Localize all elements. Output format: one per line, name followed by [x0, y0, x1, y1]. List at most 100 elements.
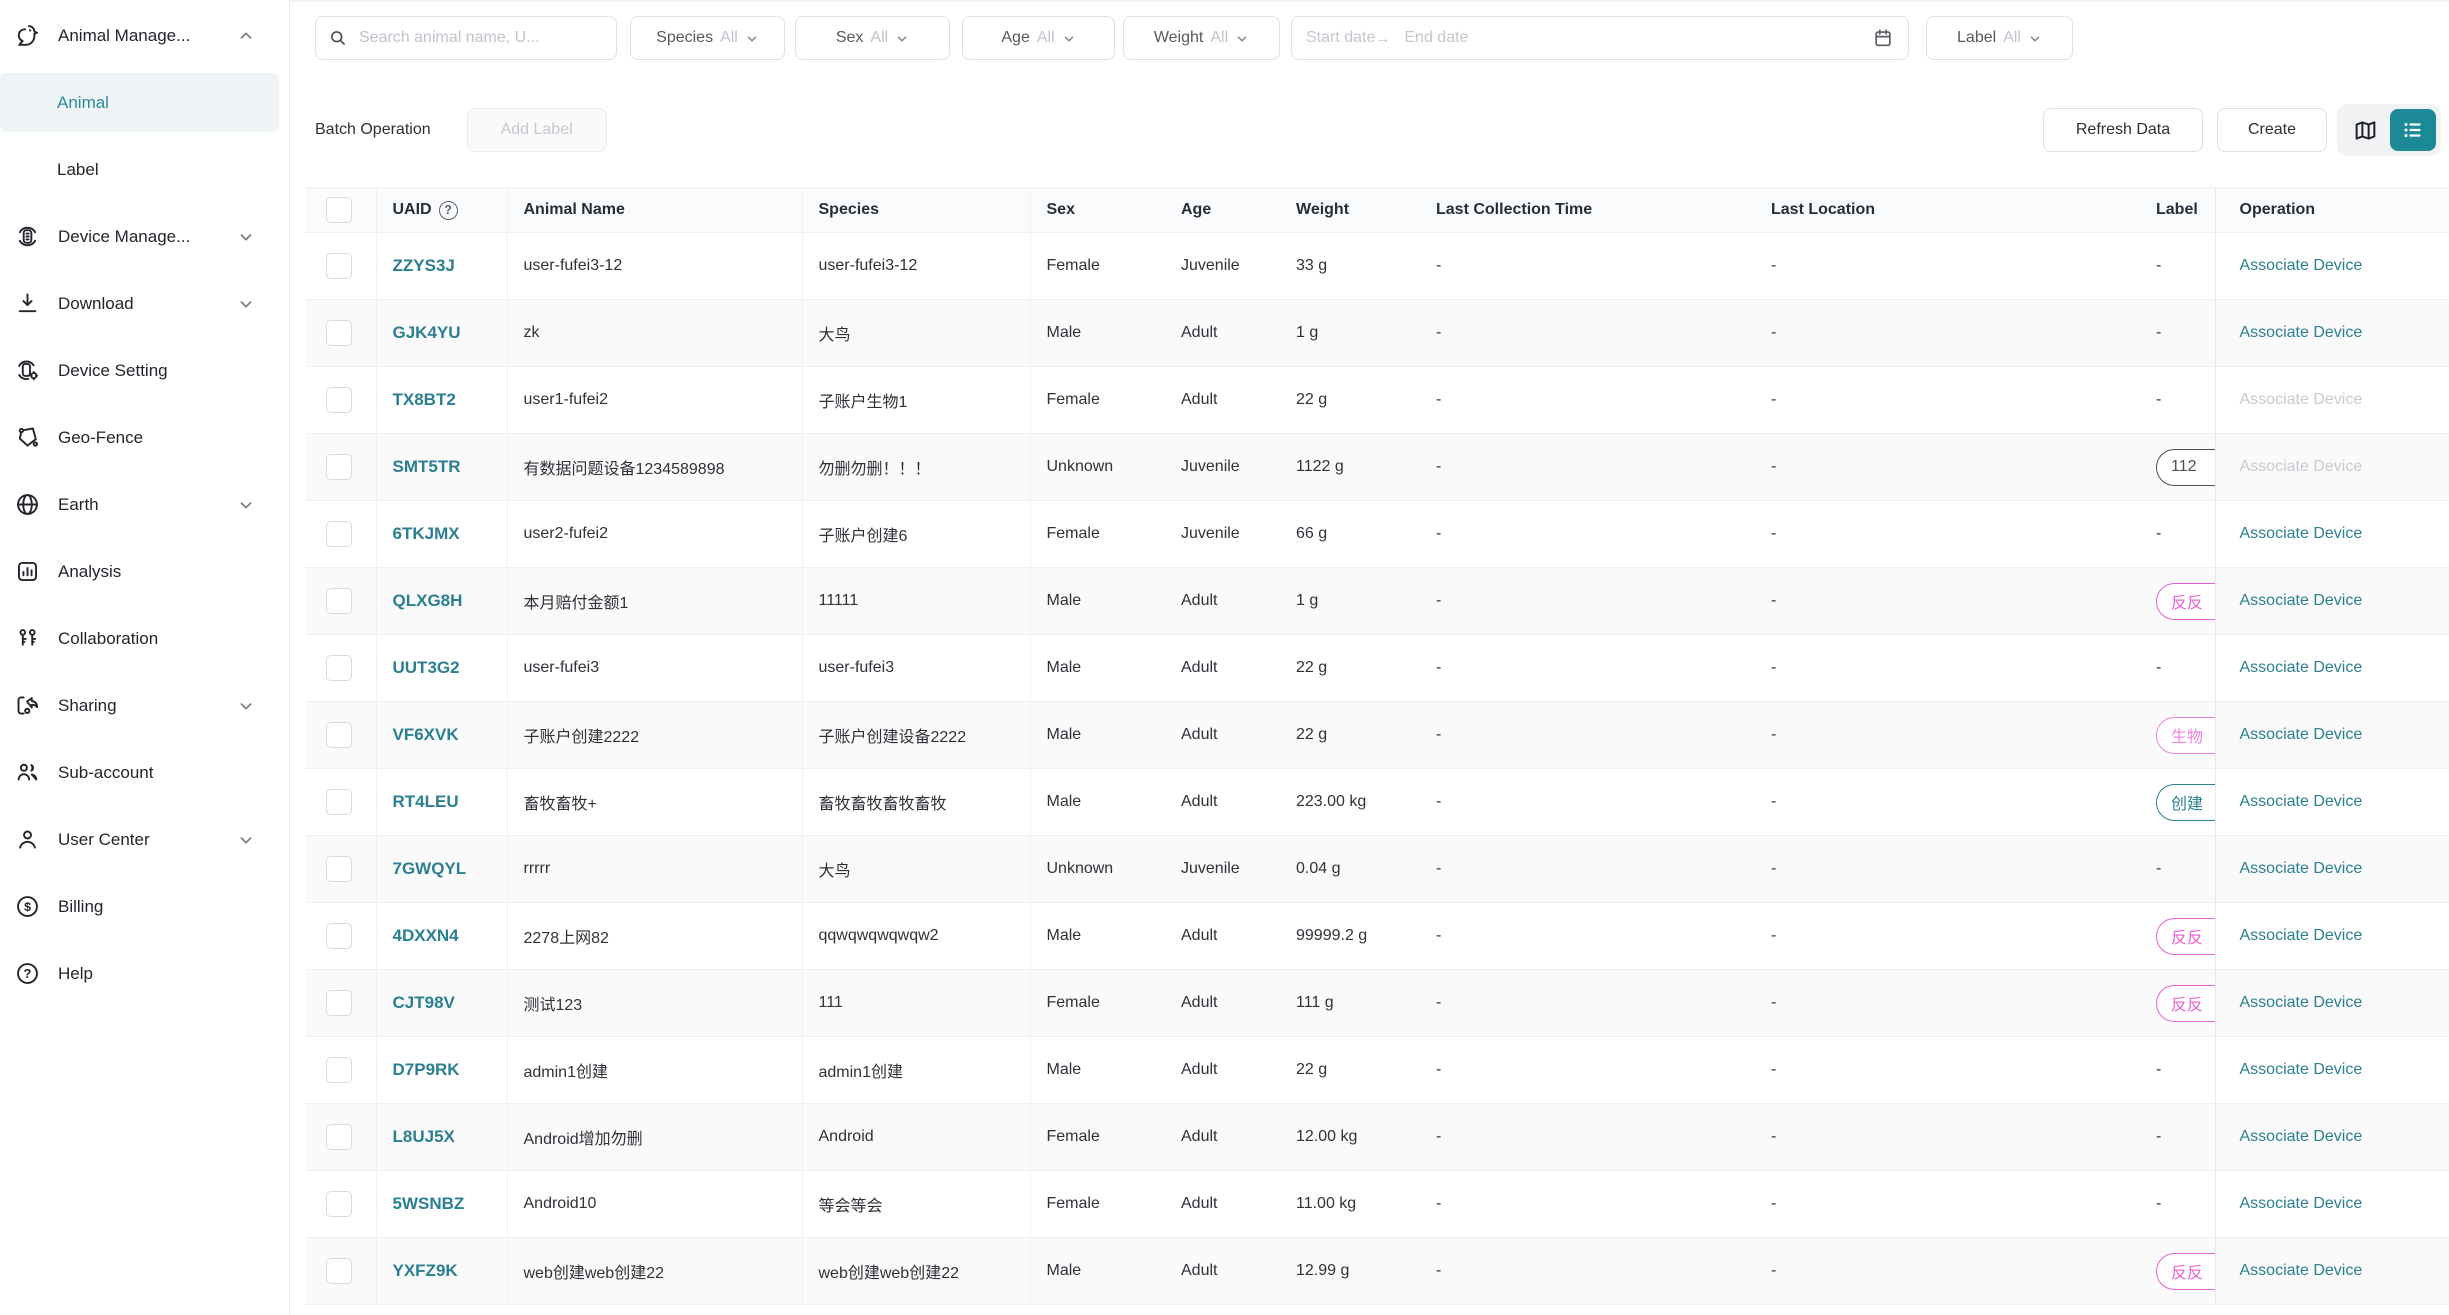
uaid-link[interactable]: VF6XVK: [393, 725, 459, 744]
uaid-link[interactable]: CJT98V: [393, 993, 455, 1012]
row-checkbox[interactable]: [326, 1057, 352, 1083]
associate-device-link[interactable]: Associate Device: [2240, 1128, 2363, 1145]
label-pill: 反反: [2156, 918, 2215, 955]
sidebar-item-earth[interactable]: Earth: [0, 471, 289, 538]
sex-cell: Male: [1030, 568, 1165, 635]
sidebar-item-label: Label: [57, 160, 99, 180]
sidebar-item-user-center[interactable]: User Center: [0, 806, 289, 873]
refresh-data-button[interactable]: Refresh Data: [2043, 108, 2203, 152]
row-checkbox[interactable]: [326, 722, 352, 748]
row-checkbox[interactable]: [326, 655, 352, 681]
uaid-link[interactable]: QLXG8H: [393, 591, 463, 610]
uaid-link[interactable]: 6TKJMX: [393, 524, 460, 543]
row-checkbox[interactable]: [326, 253, 352, 279]
associate-device-link[interactable]: Associate Device: [2240, 726, 2363, 743]
row-checkbox[interactable]: [326, 923, 352, 949]
row-checkbox[interactable]: [326, 521, 352, 547]
map-view-button[interactable]: [2342, 109, 2388, 151]
associate-device-link[interactable]: Associate Device: [2240, 1061, 2363, 1078]
uaid-link[interactable]: L8UJ5X: [393, 1127, 455, 1146]
row-checkbox[interactable]: [326, 990, 352, 1016]
sidebar-item-sub-account[interactable]: Sub-account: [0, 739, 289, 806]
create-button[interactable]: Create: [2217, 108, 2327, 152]
sidebar-item-billing[interactable]: $Billing: [0, 873, 289, 940]
end-date-input[interactable]: End date: [1404, 29, 1872, 47]
date-range-picker[interactable]: Start date → End date: [1291, 16, 1909, 60]
row-checkbox[interactable]: [326, 856, 352, 882]
add-label-button[interactable]: Add Label: [467, 108, 607, 152]
label-filter-label: Label: [1957, 29, 1996, 47]
sidebar-item-sharing[interactable]: Sharing: [0, 672, 289, 739]
uaid-link[interactable]: 7GWQYL: [393, 859, 467, 878]
associate-device-link[interactable]: Associate Device: [2240, 1195, 2363, 1212]
animal-name-cell: rrrrr: [507, 836, 802, 903]
associate-device-link[interactable]: Associate Device: [2240, 525, 2363, 542]
sidebar-item-help[interactable]: ?Help: [0, 940, 289, 1007]
row-checkbox[interactable]: [326, 320, 352, 346]
species-cell: 子账户创建设备2222: [802, 702, 1030, 769]
associate-device-link[interactable]: Associate Device: [2240, 860, 2363, 877]
species-cell: 子账户生物1: [802, 367, 1030, 434]
sex-cell: Male: [1030, 1238, 1165, 1305]
uaid-link[interactable]: SMT5TR: [393, 457, 461, 476]
sidebar-item-label[interactable]: Label: [0, 136, 289, 203]
row-checkbox[interactable]: [326, 588, 352, 614]
chevron-down-icon: [745, 32, 759, 46]
associate-device-link[interactable]: Associate Device: [2240, 324, 2363, 341]
sidebar-item-collaboration[interactable]: Collaboration: [0, 605, 289, 672]
row-checkbox[interactable]: [326, 454, 352, 480]
age-filter-label: Age: [1001, 29, 1029, 47]
label-filter[interactable]: Label All: [1926, 16, 2073, 60]
species-filter-value: All: [720, 29, 738, 47]
sidebar-item-label: Billing: [58, 897, 103, 917]
row-checkbox[interactable]: [326, 1258, 352, 1284]
species-cell: user-fufei3: [802, 635, 1030, 702]
sidebar-item-animal[interactable]: Animal: [0, 69, 289, 136]
earth-icon: [14, 491, 41, 518]
sidebar-item-geo-fence[interactable]: Geo-Fence: [0, 404, 289, 471]
sex-filter-label: Sex: [836, 29, 864, 47]
select-all-header: [306, 188, 376, 233]
sex-cell: Unknown: [1030, 836, 1165, 903]
list-view-button[interactable]: [2390, 109, 2436, 151]
uaid-link[interactable]: D7P9RK: [393, 1060, 460, 1079]
age-filter[interactable]: Age All: [962, 16, 1115, 60]
batch-operation-label: Batch Operation: [315, 121, 431, 139]
uaid-link[interactable]: GJK4YU: [393, 323, 461, 342]
sidebar-item-analysis[interactable]: Analysis: [0, 538, 289, 605]
weight-filter[interactable]: Weight All: [1123, 16, 1280, 60]
uaid-help-icon[interactable]: ?: [439, 201, 458, 220]
uaid-link[interactable]: 5WSNBZ: [393, 1194, 465, 1213]
sidebar-item-device-manage[interactable]: Device Manage...: [0, 203, 289, 270]
associate-device-link[interactable]: Associate Device: [2240, 1262, 2363, 1279]
list-icon: [2401, 118, 2425, 142]
table-row: D7P9RK admin1创建 admin1创建 Male Adult 22 g…: [306, 1037, 2449, 1104]
row-checkbox[interactable]: [326, 789, 352, 815]
sex-filter[interactable]: Sex All: [795, 16, 950, 60]
associate-device-link[interactable]: Associate Device: [2240, 592, 2363, 609]
associate-device-link[interactable]: Associate Device: [2240, 257, 2363, 274]
associate-device-link[interactable]: Associate Device: [2240, 994, 2363, 1011]
sidebar-item-animal-manage[interactable]: Animal Manage...: [0, 2, 289, 69]
select-all-checkbox[interactable]: [326, 197, 352, 223]
uaid-link[interactable]: 4DXXN4: [393, 926, 459, 945]
uaid-link[interactable]: TX8BT2: [393, 390, 456, 409]
weight-cell: 223.00 kg: [1280, 769, 1420, 836]
uaid-link[interactable]: ZZYS3J: [393, 256, 455, 275]
uaid-link[interactable]: UUT3G2: [393, 658, 460, 677]
associate-device-link[interactable]: Associate Device: [2240, 927, 2363, 944]
col-uaid: UAID ?: [376, 188, 507, 233]
uaid-link[interactable]: YXFZ9K: [393, 1261, 458, 1280]
row-checkbox[interactable]: [326, 387, 352, 413]
uaid-link[interactable]: RT4LEU: [393, 792, 459, 811]
start-date-input[interactable]: Start date: [1306, 29, 1375, 47]
search-input[interactable]: [357, 28, 604, 48]
associate-device-link[interactable]: Associate Device: [2240, 659, 2363, 676]
species-filter[interactable]: Species All: [630, 16, 785, 60]
last-collection-cell: -: [1420, 367, 1755, 434]
sidebar-item-device-setting[interactable]: Device Setting: [0, 337, 289, 404]
row-checkbox[interactable]: [326, 1124, 352, 1150]
sidebar-item-download[interactable]: Download: [0, 270, 289, 337]
associate-device-link[interactable]: Associate Device: [2240, 793, 2363, 810]
row-checkbox[interactable]: [326, 1191, 352, 1217]
